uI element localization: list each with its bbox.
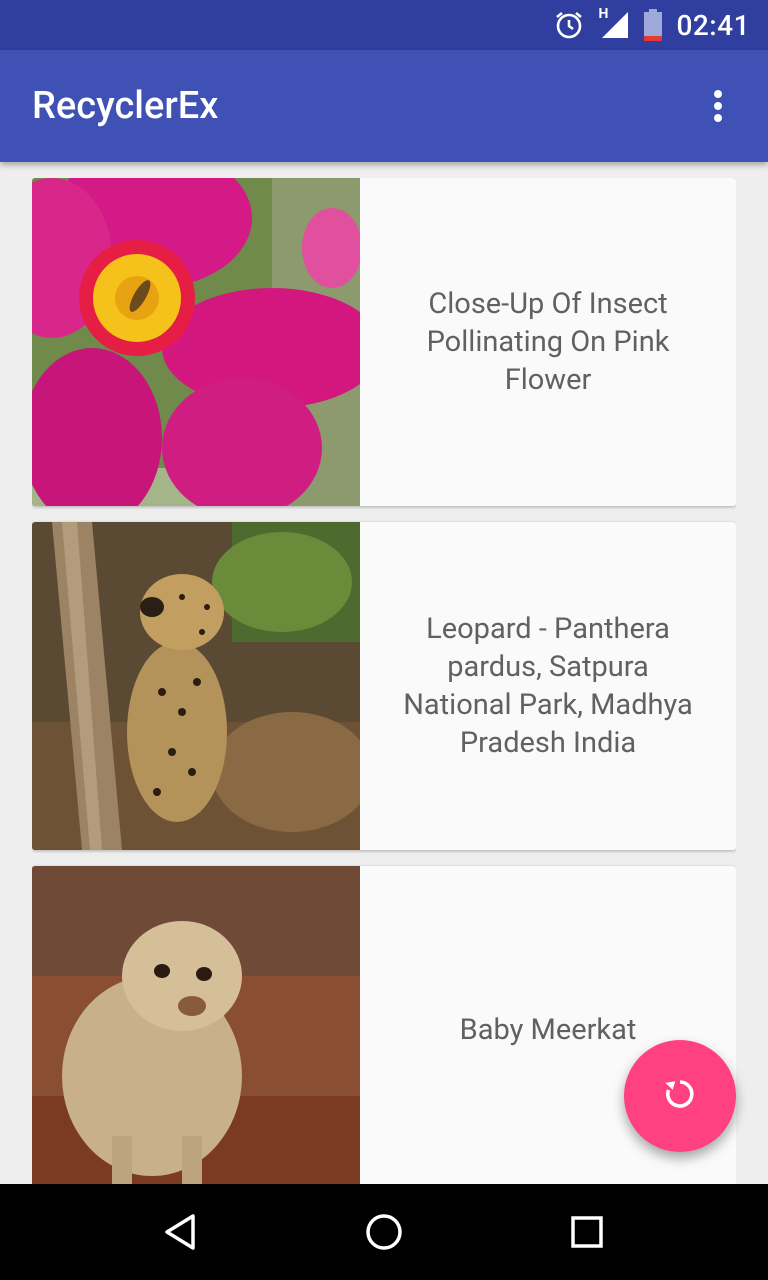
status-bar: H 02:41 [0, 0, 768, 50]
more-vert-icon[interactable] [700, 86, 736, 126]
pink-flower-photo [32, 178, 360, 506]
refresh-button[interactable] [624, 1040, 736, 1152]
meerkat-photo [32, 866, 360, 1184]
leopard-photo [32, 522, 360, 850]
list-item-title: Close-Up Of Insect Pollinating On Pink F… [426, 287, 670, 397]
network-type-label: H [598, 6, 609, 22]
list-item[interactable]: Leopard - Panthera pardus, Satpura Natio… [32, 522, 736, 850]
navigation-bar [0, 1184, 768, 1280]
signal-icon: H [598, 6, 630, 40]
back-icon[interactable] [151, 1202, 211, 1262]
home-icon[interactable] [354, 1202, 414, 1262]
recents-icon[interactable] [557, 1202, 617, 1262]
battery-icon [644, 9, 663, 41]
app-bar: RecyclerEx [0, 50, 768, 162]
app-title: RecyclerEx [32, 84, 219, 128]
recycler-list[interactable]: Close-Up Of Insect Pollinating On Pink F… [32, 178, 736, 1184]
list-item[interactable]: Close-Up Of Insect Pollinating On Pink F… [32, 178, 736, 506]
alarm-icon [554, 10, 584, 40]
refresh-icon [662, 1076, 698, 1116]
status-time: 02:41 [676, 8, 750, 42]
list-item-title: Leopard - Panthera pardus, Satpura Natio… [403, 612, 693, 760]
list-item[interactable]: Baby Meerkat [32, 866, 736, 1184]
